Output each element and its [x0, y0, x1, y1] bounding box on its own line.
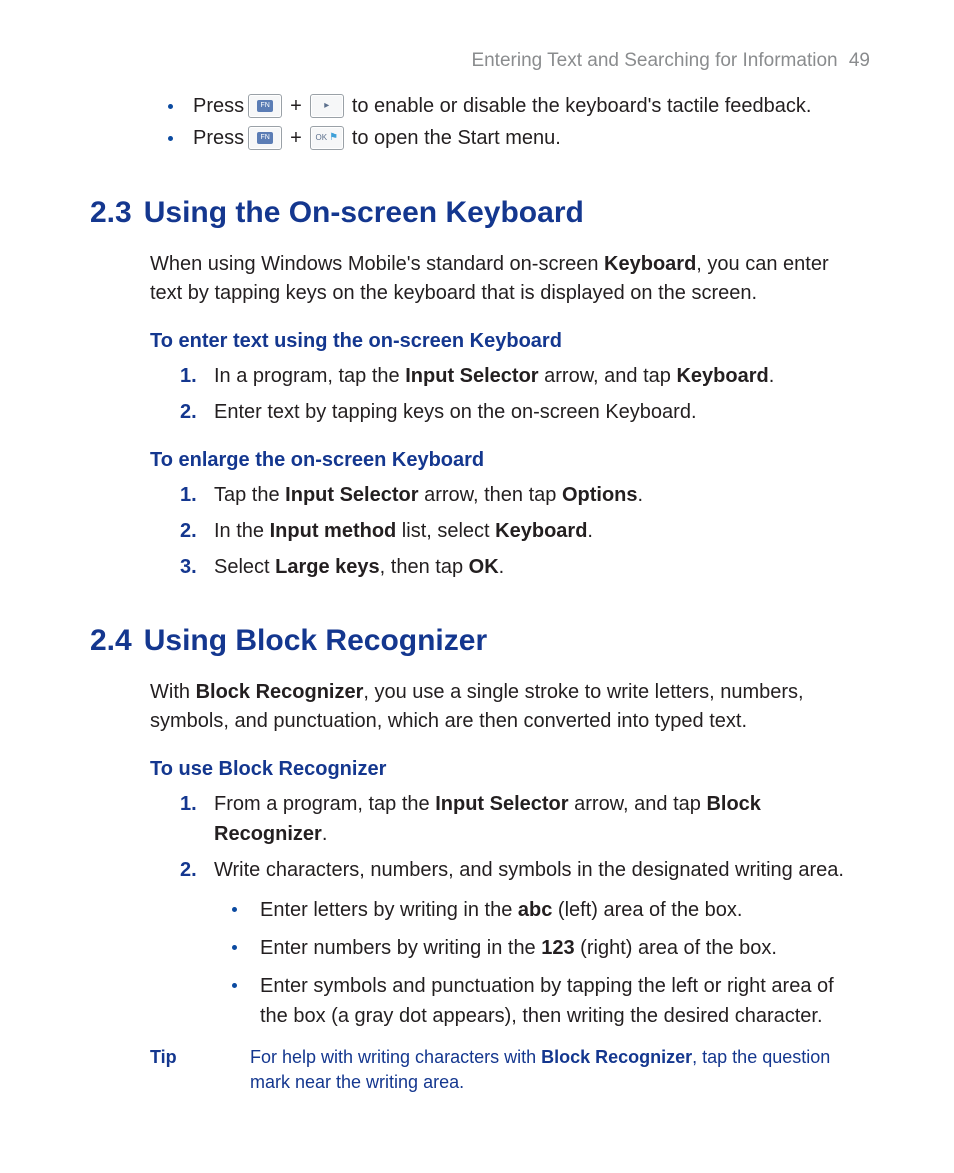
tip-text: For help with writing characters with Bl…	[250, 1045, 864, 1095]
page: Entering Text and Searching for Informat…	[0, 0, 954, 1173]
paragraph: With Block Recognizer, you use a single …	[150, 678, 864, 736]
space-key-icon: ▸	[310, 94, 344, 118]
tip-note: Tip For help with writing characters wit…	[150, 1045, 864, 1095]
text: +	[290, 122, 302, 154]
ordered-list: Tap the Input Selector arrow, then tap O…	[180, 480, 864, 582]
fn-key-icon: FN	[248, 126, 282, 150]
running-header: Entering Text and Searching for Informat…	[90, 50, 870, 72]
list-item: Enter numbers by writing in the 123 (rig…	[232, 933, 864, 963]
ok-key-icon: OK⚑	[310, 126, 344, 150]
list-item: Write characters, numbers, and symbols i…	[180, 855, 864, 1031]
sub-heading: To enlarge the on-screen Keyboard	[150, 449, 864, 472]
section-heading-2-3: 2.3 Using the On-screen Keyboard	[90, 196, 864, 230]
text: Press	[193, 122, 244, 154]
fn-key-icon: FN	[248, 94, 282, 118]
list-item: In a program, tap the Input Selector arr…	[180, 361, 864, 391]
ordered-list: From a program, tap the Input Selector a…	[180, 789, 864, 1031]
text: to enable or disable the keyboard's tact…	[352, 90, 812, 122]
bullet-icon	[168, 104, 173, 109]
paragraph: When using Windows Mobile's standard on-…	[150, 250, 864, 308]
list-item: Enter symbols and punctuation by tapping…	[232, 971, 864, 1031]
text: Press	[193, 90, 244, 122]
text: to open the Start menu.	[352, 122, 561, 154]
sub-heading: To enter text using the on-screen Keyboa…	[150, 330, 864, 353]
list-item: Press FN + OK⚑ to open the Start menu.	[168, 122, 864, 154]
tip-label: Tip	[150, 1045, 250, 1095]
ordered-list: In a program, tap the Input Selector arr…	[180, 361, 864, 427]
top-bullet-list: Press FN + ▸ to enable or disable the ke…	[168, 90, 864, 154]
header-title: Entering Text and Searching for Informat…	[471, 50, 837, 71]
bullet-icon	[168, 136, 173, 141]
sub-heading: To use Block Recognizer	[150, 758, 864, 781]
section-title: Using Block Recognizer	[144, 624, 487, 657]
text: +	[290, 90, 302, 122]
page-number: 49	[849, 50, 870, 71]
list-item: In the Input method list, select Keyboar…	[180, 516, 864, 546]
list-item: Enter text by tapping keys on the on-scr…	[180, 397, 864, 427]
list-item: Tap the Input Selector arrow, then tap O…	[180, 480, 864, 510]
list-item: From a program, tap the Input Selector a…	[180, 789, 864, 849]
list-item: Press FN + ▸ to enable or disable the ke…	[168, 90, 864, 122]
section-title: Using the On-screen Keyboard	[144, 196, 584, 229]
list-item: Select Large keys, then tap OK.	[180, 552, 864, 582]
sub-bullet-list: Enter letters by writing in the abc (lef…	[232, 895, 864, 1031]
section-number: 2.3	[90, 196, 132, 229]
section-heading-2-4: 2.4 Using Block Recognizer	[90, 624, 864, 658]
section-number: 2.4	[90, 624, 132, 657]
list-item: Enter letters by writing in the abc (lef…	[232, 895, 864, 925]
